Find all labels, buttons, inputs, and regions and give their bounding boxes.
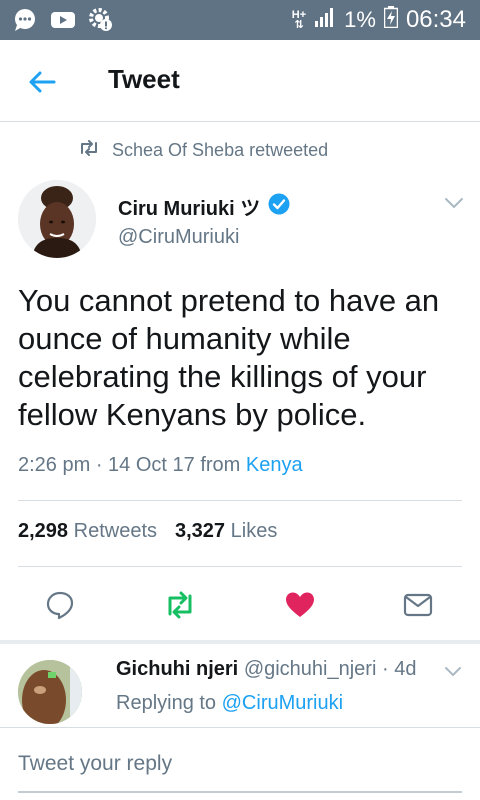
divider (18, 500, 462, 501)
likes-stat[interactable]: 3,327 Likes (175, 520, 277, 543)
retweets-label: Retweets (73, 520, 157, 542)
author-name[interactable]: Ciru Muriuki ツ (118, 192, 260, 221)
like-heart-icon[interactable] (280, 585, 320, 625)
retweet-icon[interactable] (160, 585, 200, 625)
replying-to: Replying to @CiruMuriuki (116, 692, 343, 715)
input-underline (18, 791, 462, 793)
status-bar: H+ ⇅ 1% 06:34 (0, 0, 480, 40)
tweet-actions (0, 585, 480, 625)
compose-reply-bar: Tweet your reply (0, 727, 480, 800)
video-icon (50, 7, 76, 33)
battery-charging-icon (383, 6, 399, 34)
network-type-indicator: H+ ⇅ (291, 9, 307, 31)
page-title: Tweet (108, 64, 180, 94)
tweet-timestamp: 2:26 pm · 14 Oct 17 (18, 454, 195, 476)
retweet-context-label: Schea Of Sheba retweeted (112, 140, 329, 160)
retweet-small-icon (78, 140, 100, 161)
direct-message-icon[interactable] (398, 585, 438, 625)
replying-to-label: Replying to (116, 692, 217, 714)
author-handle[interactable]: @CiruMuriuki (118, 226, 239, 249)
reply-age: · 4d (381, 658, 417, 680)
back-arrow-icon[interactable] (24, 64, 60, 100)
signal-icon (314, 7, 336, 33)
reply-author-name[interactable]: Gichuhi njeri (116, 658, 238, 680)
reply-icon[interactable] (40, 585, 80, 625)
chevron-down-icon[interactable] (442, 194, 466, 212)
avatar[interactable] (18, 180, 96, 258)
clock: 06:34 (405, 6, 466, 33)
retweet-context: Schea Of Sheba retweeted (78, 140, 328, 161)
app-header: Tweet (0, 40, 480, 122)
reply-input[interactable]: Tweet your reply (18, 752, 172, 776)
chat-bubble-icon (12, 7, 38, 33)
author-name-row: Ciru Muriuki ツ (118, 192, 290, 221)
reply-header: Gichuhi njeri @gichuhi_njeri · 4d (116, 658, 416, 681)
chevron-down-icon[interactable] (442, 664, 464, 680)
battery-percent: 1% (344, 7, 376, 32)
tweet-location-link[interactable]: Kenya (246, 454, 303, 476)
reply-avatar[interactable] (18, 660, 82, 724)
retweets-stat[interactable]: 2,298 Retweets (18, 520, 157, 543)
from-label: from (200, 454, 241, 476)
retweets-count: 2,298 (18, 520, 69, 542)
tweet-stats: 2,298 Retweets 3,327 Likes (18, 520, 277, 543)
tweet-meta: 2:26 pm · 14 Oct 17 from Kenya (18, 454, 303, 477)
likes-count: 3,327 (175, 520, 226, 542)
section-separator (0, 640, 480, 644)
replying-to-handle[interactable]: @CiruMuriuki (222, 692, 343, 714)
likes-label: Likes (230, 520, 278, 542)
tweet-text: You cannot pretend to have an ounce of h… (18, 283, 440, 432)
divider (18, 566, 462, 567)
verified-badge-icon (268, 193, 290, 220)
reply-author-handle[interactable]: @gichuhi_njeri (244, 658, 377, 680)
settings-notification-icon (88, 7, 114, 33)
